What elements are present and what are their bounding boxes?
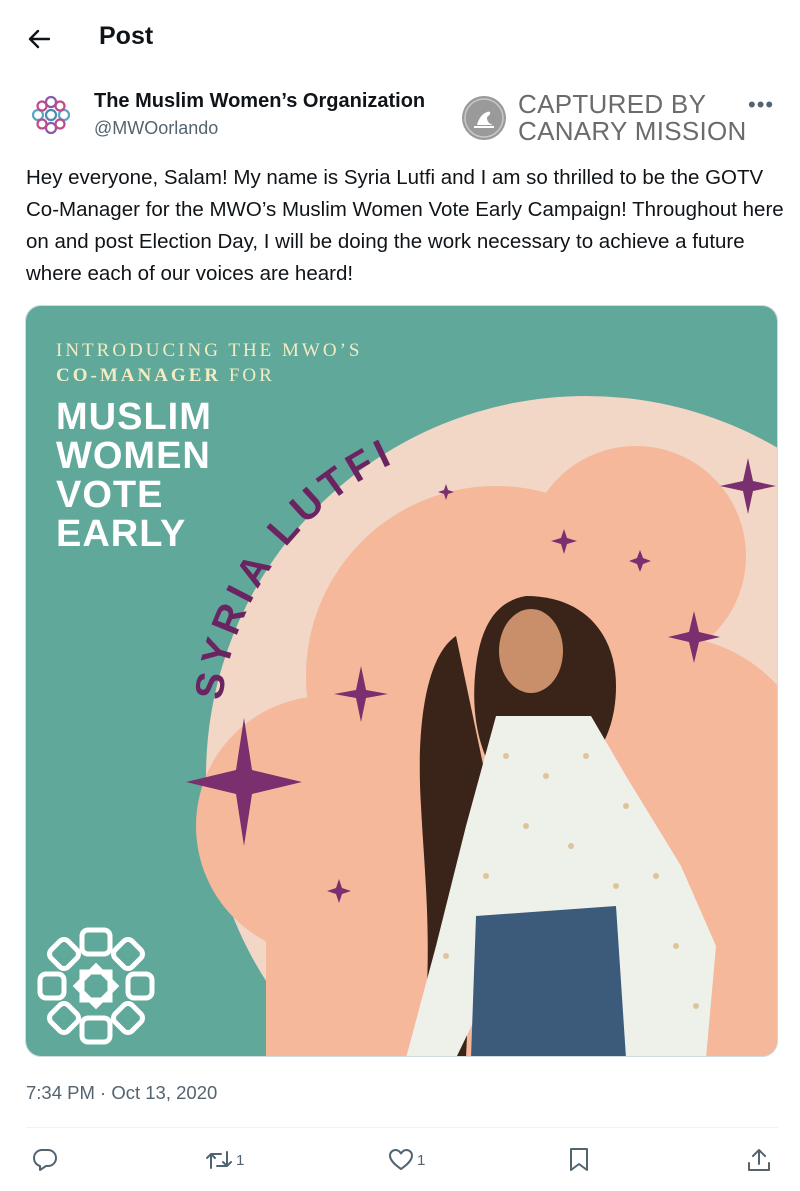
back-button[interactable] [22, 22, 56, 56]
share-button[interactable] [747, 1140, 771, 1180]
account-name[interactable]: The Muslim Women’s Organization [94, 90, 425, 113]
intro-line-2: CO-MANAGER FOR [56, 365, 275, 386]
headline-line-2: WOMEN [56, 435, 211, 477]
bookmark-icon [570, 1148, 588, 1171]
watermark-line-1: CAPTURED BY [518, 89, 707, 119]
headline-line-4: EARLY [56, 513, 186, 555]
watermark-line-2: CANARY MISSION [518, 116, 747, 146]
top-bar: Post [0, 0, 800, 76]
post-text: Hey everyone, Salam! My name is Syria Lu… [26, 166, 784, 285]
share-icon [748, 1149, 770, 1171]
mwo-logo-icon [31, 95, 71, 135]
avatar[interactable] [28, 92, 74, 138]
canary-mission-watermark: CAPTURED BY CANARY MISSION [460, 90, 760, 146]
like-count: 1 [417, 1151, 426, 1169]
headline-line-3: VOTE [56, 474, 163, 516]
account-handle[interactable]: @MWOorlando [94, 118, 218, 139]
like-button[interactable]: 1 [388, 1140, 425, 1180]
headline-line-1: MUSLIM [56, 396, 212, 438]
repost-count: 1 [236, 1151, 245, 1169]
post-image[interactable]: SYRIA LUTFI INTRODUCING THE MWO’S CO-MAN… [25, 305, 778, 1057]
post-timestamp[interactable]: 7:34 PM · Oct 13, 2020 [26, 1082, 217, 1104]
reply-icon [33, 1149, 57, 1171]
bookmark-button[interactable] [568, 1140, 590, 1180]
page-title: Post [99, 22, 154, 50]
intro-co-manager: CO-MANAGER [56, 365, 221, 386]
action-bar: 1 1 [0, 1140, 800, 1180]
divider [26, 1127, 778, 1128]
reply-button[interactable] [32, 1140, 58, 1180]
intro-for: FOR [221, 365, 275, 386]
more-options-button[interactable]: ••• [748, 92, 774, 118]
arrow-left-icon [28, 29, 50, 49]
repost-button[interactable]: 1 [205, 1140, 244, 1180]
repost-icon [206, 1151, 232, 1169]
intro-line-1: INTRODUCING THE MWO’S [56, 340, 362, 361]
heart-icon [389, 1149, 413, 1170]
campaign-graphic: SYRIA LUTFI INTRODUCING THE MWO’S CO-MAN… [26, 306, 777, 1056]
canary-logo-icon [462, 96, 506, 140]
